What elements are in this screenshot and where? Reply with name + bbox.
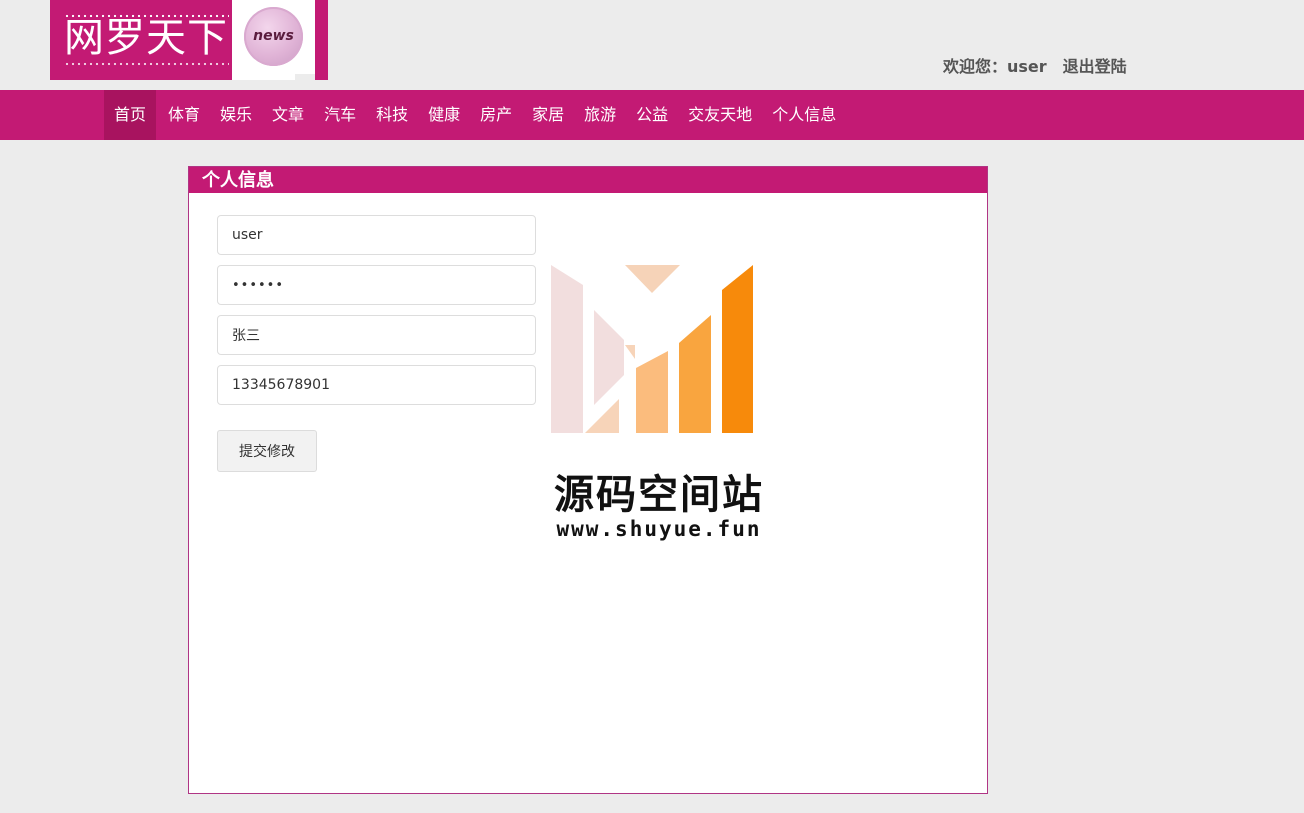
nav-item-home[interactable]: 首页 bbox=[104, 90, 157, 140]
nav-item-social[interactable]: 交友天地 bbox=[680, 90, 760, 140]
password-field[interactable] bbox=[217, 265, 536, 305]
nav-item-travel[interactable]: 旅游 bbox=[576, 90, 624, 140]
logo-text: 网罗天下 bbox=[64, 15, 228, 61]
news-badge-text: news bbox=[253, 28, 294, 44]
nav-item-articles[interactable]: 文章 bbox=[264, 90, 312, 140]
submit-changes-button[interactable]: 提交修改 bbox=[217, 430, 317, 472]
main-nav: 首页 体育 娱乐 文章 汽车 科技 健康 房产 家居 旅游 公益 交友天地 个人… bbox=[0, 90, 1304, 140]
site-logo[interactable]: 网罗天下 news bbox=[50, 0, 328, 80]
profile-panel: 个人信息 提交修改 源码空间站 www.shuyue.fun bbox=[188, 166, 988, 794]
nav-item-charity[interactable]: 公益 bbox=[628, 90, 676, 140]
welcome-label: 欢迎您： bbox=[943, 57, 1008, 76]
real-name-field[interactable] bbox=[217, 315, 536, 355]
nav-item-sports[interactable]: 体育 bbox=[160, 90, 208, 140]
nav-item-profile[interactable]: 个人信息 bbox=[764, 90, 844, 140]
watermark: 源码空间站 www.shuyue.fun bbox=[539, 265, 779, 555]
nav-item-home-furnishing[interactable]: 家居 bbox=[524, 90, 572, 140]
logo-dots-decoration bbox=[64, 62, 229, 66]
panel-title: 个人信息 bbox=[189, 167, 987, 193]
current-username: user bbox=[1007, 57, 1047, 76]
watermark-logo-icon bbox=[551, 265, 753, 433]
news-badge: news bbox=[232, 0, 315, 80]
phone-field[interactable] bbox=[217, 365, 536, 405]
nav-item-health[interactable]: 健康 bbox=[420, 90, 468, 140]
badge-corner bbox=[295, 74, 315, 80]
user-area: 欢迎您：user 退出登陆 bbox=[943, 56, 1127, 78]
news-icon: news bbox=[244, 7, 303, 66]
watermark-title: 源码空间站 bbox=[554, 472, 764, 518]
nav-item-cars[interactable]: 汽车 bbox=[316, 90, 364, 140]
username-field[interactable] bbox=[217, 215, 536, 255]
header: 网罗天下 news 欢迎您：user 退出登陆 bbox=[0, 0, 1304, 90]
logout-link[interactable]: 退出登陆 bbox=[1063, 57, 1127, 76]
nav-item-tech[interactable]: 科技 bbox=[368, 90, 416, 140]
watermark-url: www.shuyue.fun bbox=[556, 517, 762, 541]
nav-list: 首页 体育 娱乐 文章 汽车 科技 健康 房产 家居 旅游 公益 交友天地 个人… bbox=[104, 90, 848, 140]
nav-item-realestate[interactable]: 房产 bbox=[472, 90, 520, 140]
nav-item-entertainment[interactable]: 娱乐 bbox=[212, 90, 260, 140]
